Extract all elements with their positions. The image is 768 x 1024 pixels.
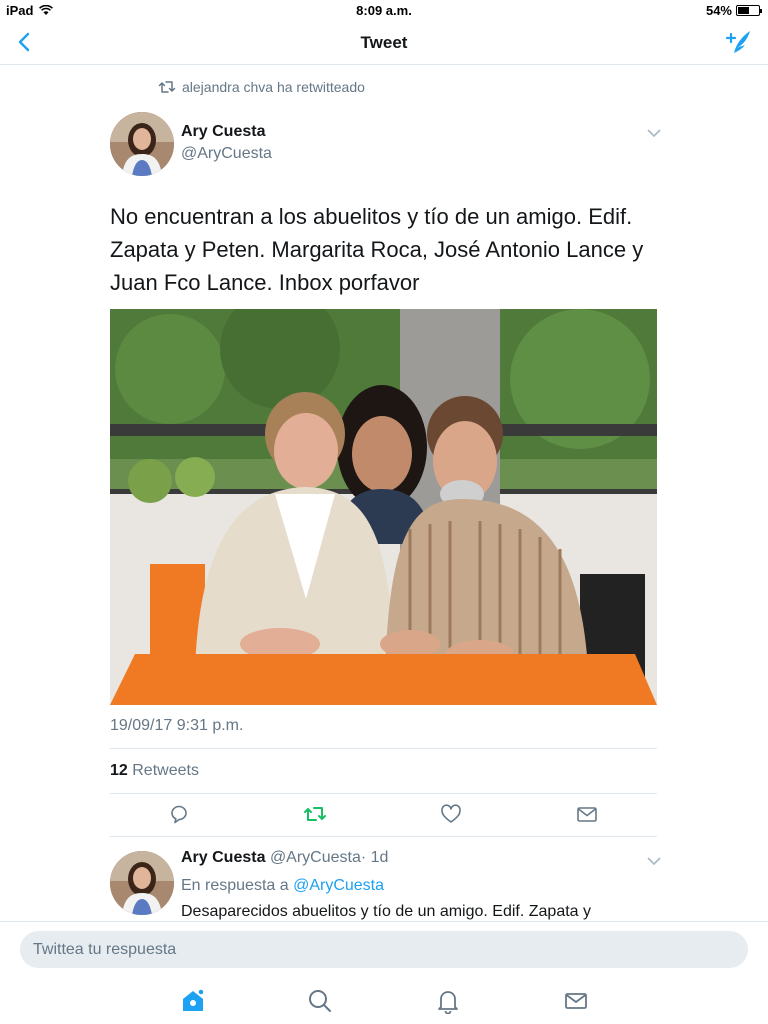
search-icon[interactable] — [307, 988, 333, 1014]
like-heart-icon[interactable] — [440, 803, 462, 825]
page-title: Tweet — [360, 33, 408, 52]
reply-input[interactable] — [20, 931, 748, 968]
reply-prefix: En respuesta a — [181, 877, 289, 894]
reply-icon[interactable] — [168, 803, 190, 825]
battery-icon — [736, 5, 762, 16]
retweet-context: alejandra chva ha retwitteado — [158, 79, 365, 95]
divider — [110, 836, 657, 837]
retweet-count-label: Retweets — [132, 762, 199, 779]
tweet-actions — [110, 803, 657, 827]
retweet-count[interactable]: 12 Retweets — [110, 762, 199, 780]
tweet-timestamp: 19/09/17 9:31 p.m. — [110, 717, 244, 734]
avatar[interactable] — [110, 112, 174, 176]
battery-percent: 54% — [705, 3, 732, 18]
reply-age: · 1d — [360, 849, 389, 866]
status-bar: iPad 8:09 a.m. 54% — [0, 0, 768, 20]
reply-author-handle: @AryCuesta — [269, 849, 361, 866]
tweet-text: No encuentran a los abuelitos y tío de u… — [110, 204, 644, 295]
retweet-icon[interactable] — [303, 803, 327, 825]
notifications-icon[interactable] — [435, 988, 461, 1014]
bottom-bar — [0, 921, 768, 1024]
reply-avatar[interactable] — [110, 851, 174, 915]
divider — [110, 793, 657, 794]
chevron-down-icon[interactable] — [647, 856, 661, 866]
compose-tweet-icon[interactable] — [724, 29, 752, 55]
reply-header[interactable]: Ary Cuesta @AryCuesta· 1d — [181, 849, 388, 867]
navigation-bar: Tweet — [0, 20, 768, 65]
reply-author-name: Ary Cuesta — [181, 849, 266, 866]
retweet-context-text: alejandra chva ha retwitteado — [182, 79, 365, 95]
reply-to-link[interactable]: @AryCuesta — [293, 877, 384, 894]
tweet-photo[interactable] — [110, 309, 657, 705]
direct-message-icon[interactable] — [576, 803, 598, 825]
retweet-icon — [158, 81, 176, 93]
retweet-count-value: 12 — [110, 762, 128, 779]
reply-text: Desaparecidos abuelitos y tío de un amig… — [181, 903, 592, 920]
chevron-down-icon[interactable] — [647, 128, 661, 138]
divider — [110, 748, 657, 749]
home-icon[interactable] — [180, 988, 206, 1014]
reply-context: En respuesta a @AryCuesta — [181, 877, 384, 895]
author-handle[interactable]: @AryCuesta — [181, 145, 272, 163]
messages-icon[interactable] — [563, 988, 589, 1014]
clock: 8:09 a.m. — [356, 3, 412, 18]
author-name[interactable]: Ary Cuesta — [181, 123, 265, 141]
